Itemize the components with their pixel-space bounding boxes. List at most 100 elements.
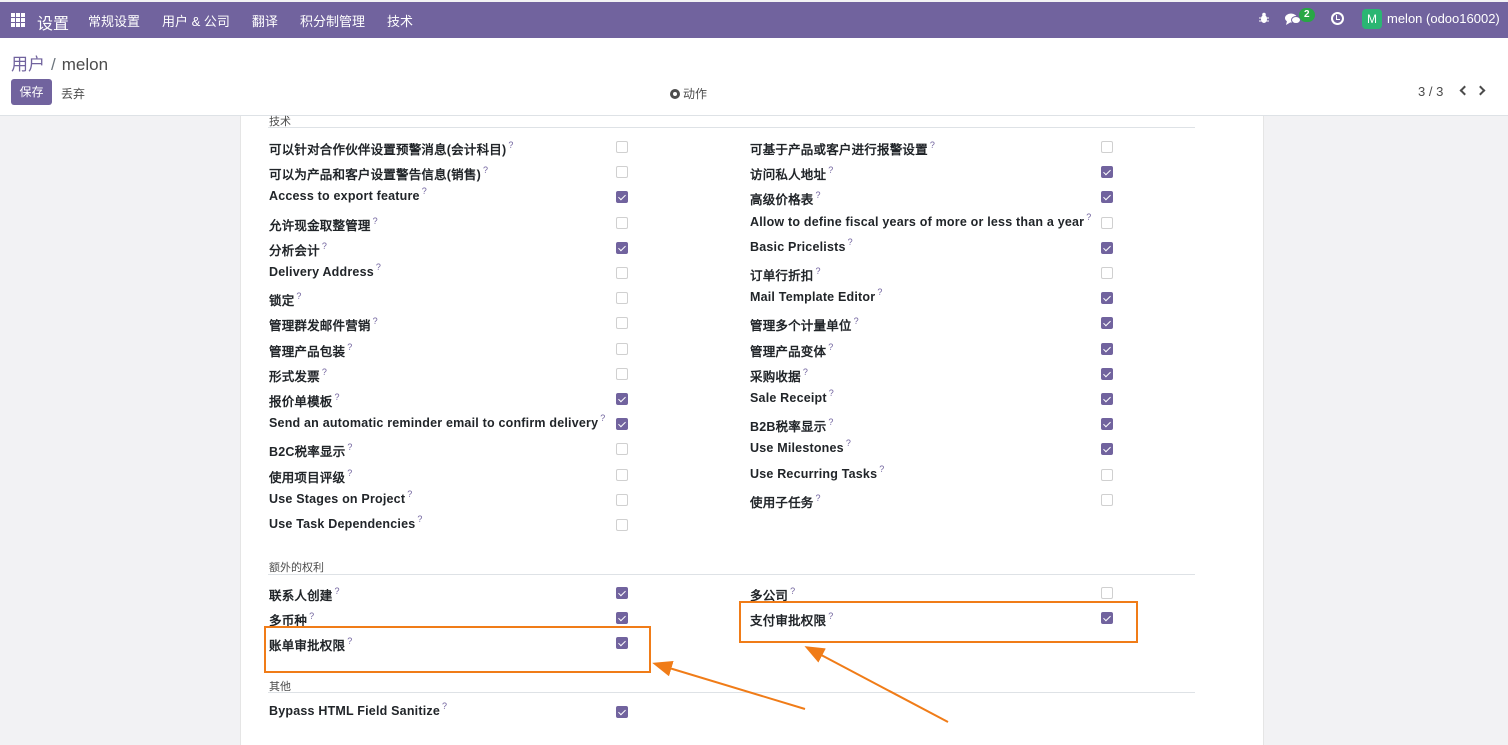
checkbox-item-tech-rowsl1[interactable] bbox=[616, 166, 628, 179]
field-label-sale-receipt: Sale Receipt? bbox=[750, 388, 834, 405]
save-button[interactable]: 保存 bbox=[11, 79, 52, 105]
checkbox-item-tech-rowsl13[interactable] bbox=[616, 468, 628, 481]
help-tooltip-icon[interactable]: ? bbox=[335, 586, 340, 596]
help-tooltip-icon[interactable]: ? bbox=[930, 140, 935, 150]
checkbox-item-tech-rowsr9[interactable] bbox=[1101, 367, 1113, 380]
checkbox-send-an-automatic-reminder-email-to-confirm-delivery[interactable] bbox=[616, 418, 628, 431]
app-title[interactable]: 设置 bbox=[37, 10, 69, 34]
field-label-text: Use Task Dependencies bbox=[269, 517, 416, 531]
checkbox-item-tech-rowsr2[interactable] bbox=[1101, 191, 1113, 204]
help-tooltip-icon[interactable]: ? bbox=[854, 316, 859, 326]
chevron-left-icon bbox=[1459, 85, 1470, 96]
help-tooltip-icon[interactable]: ? bbox=[600, 413, 605, 423]
field-label-item-extra-rowsl0: 联系人创建? bbox=[269, 585, 340, 604]
checkbox-sale-receipt[interactable] bbox=[1101, 393, 1113, 405]
help-tooltip-icon[interactable]: ? bbox=[803, 367, 808, 377]
checkbox-item-tech-rowsl9[interactable] bbox=[616, 367, 628, 380]
help-tooltip-icon[interactable]: ? bbox=[790, 586, 795, 596]
help-tooltip-icon[interactable]: ? bbox=[816, 266, 821, 276]
checkbox-access-to-export-feature[interactable] bbox=[616, 191, 628, 204]
checkbox-delivery-address[interactable] bbox=[616, 267, 628, 279]
avatar[interactable]: M bbox=[1362, 9, 1382, 29]
help-tooltip-icon[interactable]: ? bbox=[373, 216, 378, 226]
checkbox-use-task-dependencies[interactable] bbox=[616, 519, 628, 531]
help-tooltip-icon[interactable]: ? bbox=[422, 186, 427, 196]
pager-previous-button[interactable] bbox=[1458, 85, 1470, 97]
checkbox-b2b[interactable] bbox=[1101, 418, 1113, 431]
help-tooltip-icon[interactable]: ? bbox=[417, 514, 422, 524]
help-tooltip-icon[interactable]: ? bbox=[376, 262, 381, 272]
checkbox-use-recurring-tasks[interactable] bbox=[1101, 468, 1113, 481]
action-menu-button[interactable]: 动作 bbox=[670, 85, 707, 102]
checkbox-item-extra-rowsl1[interactable] bbox=[616, 612, 628, 625]
field-label-item-tech-rowsl4: 分析会计? bbox=[269, 240, 327, 259]
checkbox-item-tech-rowsr0[interactable] bbox=[1101, 141, 1113, 153]
menu-item-users-companies[interactable]: 用户 & 公司 bbox=[162, 11, 230, 30]
checkbox-basic-pricelists[interactable] bbox=[1101, 241, 1113, 254]
help-tooltip-icon[interactable]: ? bbox=[483, 165, 488, 175]
checkbox-item-tech-rowsr8[interactable] bbox=[1101, 342, 1113, 355]
checkbox-item-tech-rowsl3[interactable] bbox=[616, 216, 628, 229]
pager-next-button[interactable] bbox=[1475, 85, 1487, 97]
user-menu[interactable]: melon (odoo16002) bbox=[1387, 11, 1500, 26]
help-tooltip-icon[interactable]: ? bbox=[1086, 212, 1091, 222]
field-label-delivery-address: Delivery Address? bbox=[269, 262, 381, 279]
checkbox-item-tech-rowsl7[interactable] bbox=[616, 317, 628, 330]
help-tooltip-icon[interactable]: ? bbox=[347, 442, 352, 452]
checkbox-item-tech-rowsr14[interactable] bbox=[1101, 493, 1113, 506]
field-label-access-to-export-feature: Access to export feature? bbox=[269, 186, 427, 203]
menu-item-points-management[interactable]: 积分制管理 bbox=[300, 11, 365, 30]
help-tooltip-icon[interactable]: ? bbox=[816, 493, 821, 503]
checkbox-bypass-html-field-sanitize[interactable] bbox=[616, 706, 628, 718]
breadcrumb-users-link[interactable]: 用户 bbox=[11, 55, 45, 74]
help-tooltip-icon[interactable]: ? bbox=[442, 701, 447, 711]
checkbox-item-tech-rowsr7[interactable] bbox=[1101, 317, 1113, 330]
help-tooltip-icon[interactable]: ? bbox=[848, 237, 853, 247]
help-tooltip-icon[interactable]: ? bbox=[335, 392, 340, 402]
activity-clock-icon[interactable] bbox=[1331, 12, 1344, 25]
checkbox-use-stages-on-project[interactable] bbox=[616, 493, 628, 506]
help-tooltip-icon[interactable]: ? bbox=[373, 316, 378, 326]
help-tooltip-icon[interactable]: ? bbox=[828, 165, 833, 175]
pager-value[interactable]: 3 / 3 bbox=[1418, 84, 1443, 99]
help-tooltip-icon[interactable]: ? bbox=[879, 464, 884, 474]
checkbox-item-tech-rowsl8[interactable] bbox=[616, 342, 628, 355]
help-tooltip-icon[interactable]: ? bbox=[877, 287, 882, 297]
checkbox-item-tech-rowsl10[interactable] bbox=[616, 393, 628, 405]
help-tooltip-icon[interactable]: ? bbox=[347, 342, 352, 352]
help-tooltip-icon[interactable]: ? bbox=[309, 611, 314, 621]
help-tooltip-icon[interactable]: ? bbox=[508, 140, 513, 150]
field-label-item-tech-rowsl0: 可以针对合作伙伴设置预警消息(会计科目)? bbox=[269, 139, 514, 158]
checkbox-use-milestones[interactable] bbox=[1101, 443, 1113, 456]
help-tooltip-icon[interactable]: ? bbox=[816, 190, 821, 200]
discard-button[interactable]: 丢弃 bbox=[61, 85, 85, 102]
checkbox-item-tech-rowsl0[interactable] bbox=[616, 141, 628, 153]
checkbox-item-extra-rowsl0[interactable] bbox=[616, 587, 628, 599]
help-tooltip-icon[interactable]: ? bbox=[846, 438, 851, 448]
apps-menu-icon[interactable] bbox=[11, 13, 25, 27]
field-label-item-tech-rowsr14: 使用子任务? bbox=[750, 492, 821, 511]
help-tooltip-icon[interactable]: ? bbox=[829, 388, 834, 398]
checkbox-item-tech-rowsl6[interactable] bbox=[616, 292, 628, 305]
checkbox-item-tech-rowsl4[interactable] bbox=[616, 241, 628, 254]
help-tooltip-icon[interactable]: ? bbox=[828, 342, 833, 352]
field-label-item-tech-rowsr0: 可基于产品或客户进行报警设置? bbox=[750, 139, 935, 158]
help-tooltip-icon[interactable]: ? bbox=[322, 241, 327, 251]
menu-item-technical[interactable]: 技术 bbox=[387, 11, 413, 30]
help-tooltip-icon[interactable]: ? bbox=[296, 291, 301, 301]
checkbox-item-extra-rowsr0[interactable] bbox=[1101, 587, 1113, 599]
menu-item-general-settings[interactable]: 常规设置 bbox=[88, 11, 140, 30]
checkbox-mail-template-editor[interactable] bbox=[1101, 292, 1113, 305]
help-tooltip-icon[interactable]: ? bbox=[347, 468, 352, 478]
help-tooltip-icon[interactable]: ? bbox=[407, 489, 412, 499]
checkbox-allow-to-define-fiscal-years-of-more-or-less-than-a-year[interactable] bbox=[1101, 216, 1113, 229]
checkbox-b2c[interactable] bbox=[616, 443, 628, 456]
field-label-item-tech-rowsr9: 采购收据? bbox=[750, 366, 808, 385]
menu-item-translations[interactable]: 翻译 bbox=[252, 11, 278, 30]
help-tooltip-icon[interactable]: ? bbox=[322, 367, 327, 377]
debug-bug-icon[interactable] bbox=[1259, 12, 1269, 24]
field-label-text: 访问私人地址 bbox=[750, 168, 827, 183]
checkbox-item-tech-rowsr5[interactable] bbox=[1101, 267, 1113, 279]
help-tooltip-icon[interactable]: ? bbox=[828, 417, 833, 427]
checkbox-item-tech-rowsr1[interactable] bbox=[1101, 166, 1113, 179]
